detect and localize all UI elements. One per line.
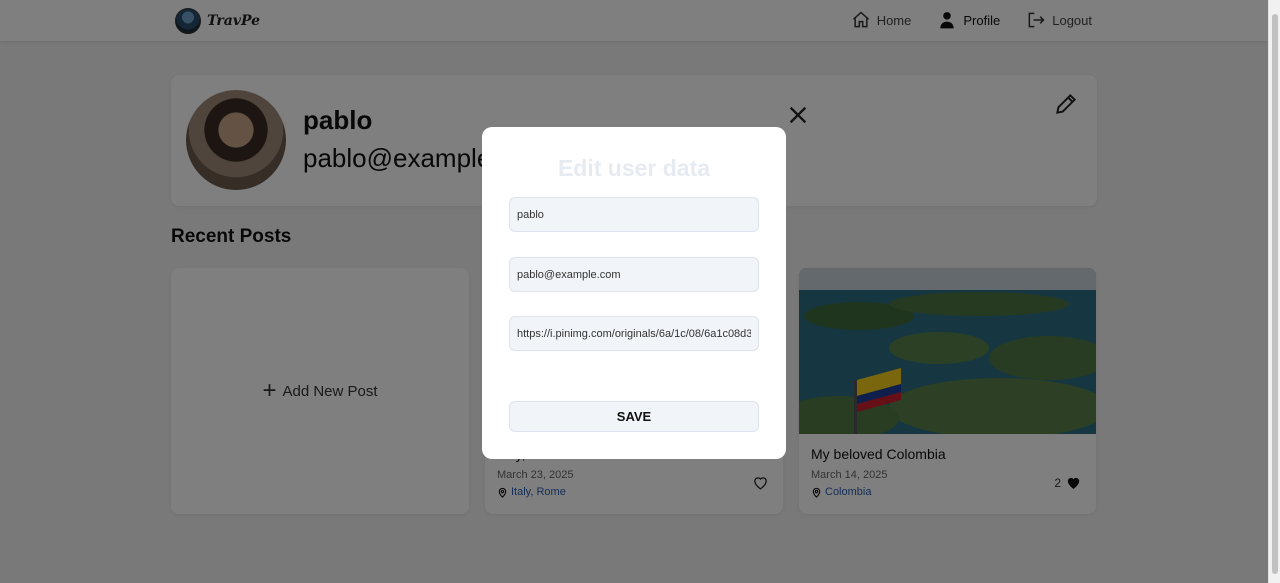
- username-input[interactable]: [509, 197, 759, 232]
- scrollbar[interactable]: [1268, 0, 1280, 583]
- close-icon[interactable]: [787, 104, 809, 126]
- edit-user-modal: Edit user data SAVE: [482, 127, 786, 459]
- save-button[interactable]: SAVE: [509, 401, 759, 432]
- modal-title: Edit user data: [557, 155, 711, 181]
- avatar-url-input[interactable]: [509, 316, 759, 351]
- email-input[interactable]: [509, 257, 759, 292]
- scrollbar-thumb[interactable]: [1272, 14, 1278, 574]
